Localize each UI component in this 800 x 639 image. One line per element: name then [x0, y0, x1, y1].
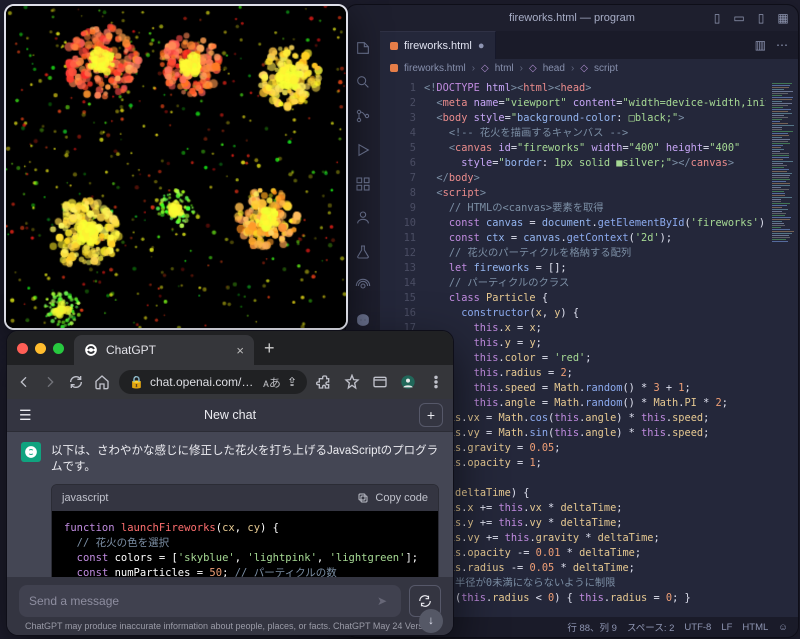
tab-label: fireworks.html: [404, 40, 472, 52]
live-icon[interactable]: [352, 275, 374, 297]
nav-back-icon[interactable]: [15, 373, 33, 391]
minimap[interactable]: [766, 77, 798, 617]
chat-title: New chat: [204, 408, 256, 422]
tab-fireworks[interactable]: fireworks.html ●: [380, 31, 496, 59]
split-editor-icon[interactable]: ▥: [755, 38, 766, 52]
new-chat-button[interactable]: +: [419, 403, 443, 427]
remote-icon[interactable]: [352, 207, 374, 229]
crumb[interactable]: html: [495, 63, 514, 74]
status-encoding[interactable]: UTF-8: [684, 622, 711, 633]
reload-icon[interactable]: [67, 373, 85, 391]
code-lang-label: javascript: [62, 492, 108, 504]
home-icon[interactable]: [93, 373, 111, 391]
close-icon[interactable]: [17, 343, 28, 354]
source-control-icon[interactable]: [352, 105, 374, 127]
chatgpt-favicon-icon: [84, 343, 98, 357]
editor-tabs: fireworks.html ● ▥ ⋯: [380, 31, 798, 59]
status-feedback-icon[interactable]: ☺: [778, 622, 788, 633]
lock-icon: 🔒: [129, 375, 144, 389]
browser-tab[interactable]: ChatGPT ×: [74, 335, 254, 365]
crumb[interactable]: script: [594, 63, 618, 74]
code-content[interactable]: function launchFireworks(cx, cy) { // 花火…: [52, 511, 438, 577]
disclaimer-text: ChatGPT may produce inaccurate informati…: [19, 621, 441, 631]
tab-close-icon[interactable]: ×: [236, 343, 244, 358]
placeholder-text: Send a message: [29, 594, 119, 608]
vscode-titlebar[interactable]: fireworks.html — program ▯ ▭ ▯ ▦: [346, 5, 798, 31]
message-text: 以下は、さわやかな感じに修正した花火を打ち上げるJavaScriptのプログラム…: [51, 442, 439, 474]
status-line-col[interactable]: 行 88、列 9: [567, 620, 617, 634]
address-bar[interactable]: 🔒 chat.openai.com/?mo... ᴀあ ⇪: [119, 370, 307, 394]
assistant-avatar-icon: [21, 442, 41, 462]
layout-grid-icon[interactable]: ▦: [776, 11, 790, 25]
chrome-window: ChatGPT × + 🔒 chat.openai.com/?mo... ᴀあ …: [6, 330, 454, 636]
file-icon: [390, 64, 398, 72]
chat-header: ☰ New chat +: [7, 399, 453, 432]
share-icon[interactable]: ⇪: [287, 375, 297, 389]
kebab-menu-icon[interactable]: [427, 373, 445, 391]
nav-forward-icon[interactable]: [41, 373, 59, 391]
breadcrumbs[interactable]: fireworks.html› ◇html› ◇head› ◇script: [380, 59, 798, 77]
url-text: chat.openai.com/?mo...: [150, 375, 257, 389]
fullscreen-icon[interactable]: [53, 343, 64, 354]
traffic-lights: [17, 343, 64, 354]
search-icon[interactable]: [352, 71, 374, 93]
window-icon[interactable]: [371, 373, 389, 391]
code-block: javascript Copy code function launchFire…: [51, 484, 439, 577]
translate-icon[interactable]: ᴀあ: [263, 374, 281, 391]
menu-icon[interactable]: ☰: [19, 407, 32, 424]
assistant-message: 以下は、さわやかな感じに修正した花火を打ち上げるJavaScriptのプログラム…: [7, 432, 453, 577]
fireworks-window: [4, 4, 348, 330]
extensions-puzzle-icon[interactable]: [315, 373, 333, 391]
layout-bottom-icon[interactable]: ▭: [732, 11, 746, 25]
run-debug-icon[interactable]: [352, 139, 374, 161]
chrome-tabstrip: ChatGPT × +: [7, 331, 453, 365]
explorer-icon[interactable]: [352, 37, 374, 59]
extensions-icon[interactable]: [352, 173, 374, 195]
copy-label: Copy code: [375, 492, 428, 504]
send-icon[interactable]: ➤: [373, 592, 391, 610]
new-tab-button[interactable]: +: [264, 338, 275, 359]
layout-right-icon[interactable]: ▯: [754, 11, 768, 25]
composer: Send a message ➤ ChatGPT may produce ina…: [7, 577, 453, 635]
beaker-icon[interactable]: [352, 241, 374, 263]
message-input[interactable]: Send a message ➤: [19, 585, 401, 617]
profile-avatar-icon[interactable]: [399, 373, 417, 391]
status-spaces[interactable]: スペース: 2: [627, 620, 674, 634]
status-eol[interactable]: LF: [721, 622, 732, 633]
minimize-icon[interactable]: [35, 343, 46, 354]
bookmark-star-icon[interactable]: [343, 373, 361, 391]
fireworks-canvas: [6, 6, 346, 328]
layout-left-icon[interactable]: ▯: [710, 11, 724, 25]
crumb[interactable]: fireworks.html: [404, 63, 466, 74]
tab-overflow-icon[interactable]: ⋯: [776, 38, 788, 52]
code-area[interactable]: <!DOCTYPE html><html><head> <meta name="…: [424, 77, 766, 617]
copy-code-button[interactable]: Copy code: [357, 492, 428, 504]
status-language[interactable]: HTML: [742, 622, 768, 633]
chat-body[interactable]: 以下は、さわやかな感じに修正した花火を打ち上げるJavaScriptのプログラム…: [7, 432, 453, 577]
tab-title: ChatGPT: [106, 343, 156, 357]
tab-dirty-icon[interactable]: ●: [478, 40, 485, 52]
toolbar: 🔒 chat.openai.com/?mo... ᴀあ ⇪: [7, 365, 453, 399]
vscode-title: fireworks.html — program: [509, 12, 635, 24]
crumb[interactable]: head: [543, 63, 565, 74]
copilot-icon[interactable]: [352, 309, 374, 331]
chatgpt-app: ☰ New chat + 以下は、さわやかな感じに修正した花火を打ち上げるJav…: [7, 399, 453, 635]
titlebar-layout-controls: ▯ ▭ ▯ ▦: [710, 11, 790, 25]
file-icon: [390, 42, 398, 50]
